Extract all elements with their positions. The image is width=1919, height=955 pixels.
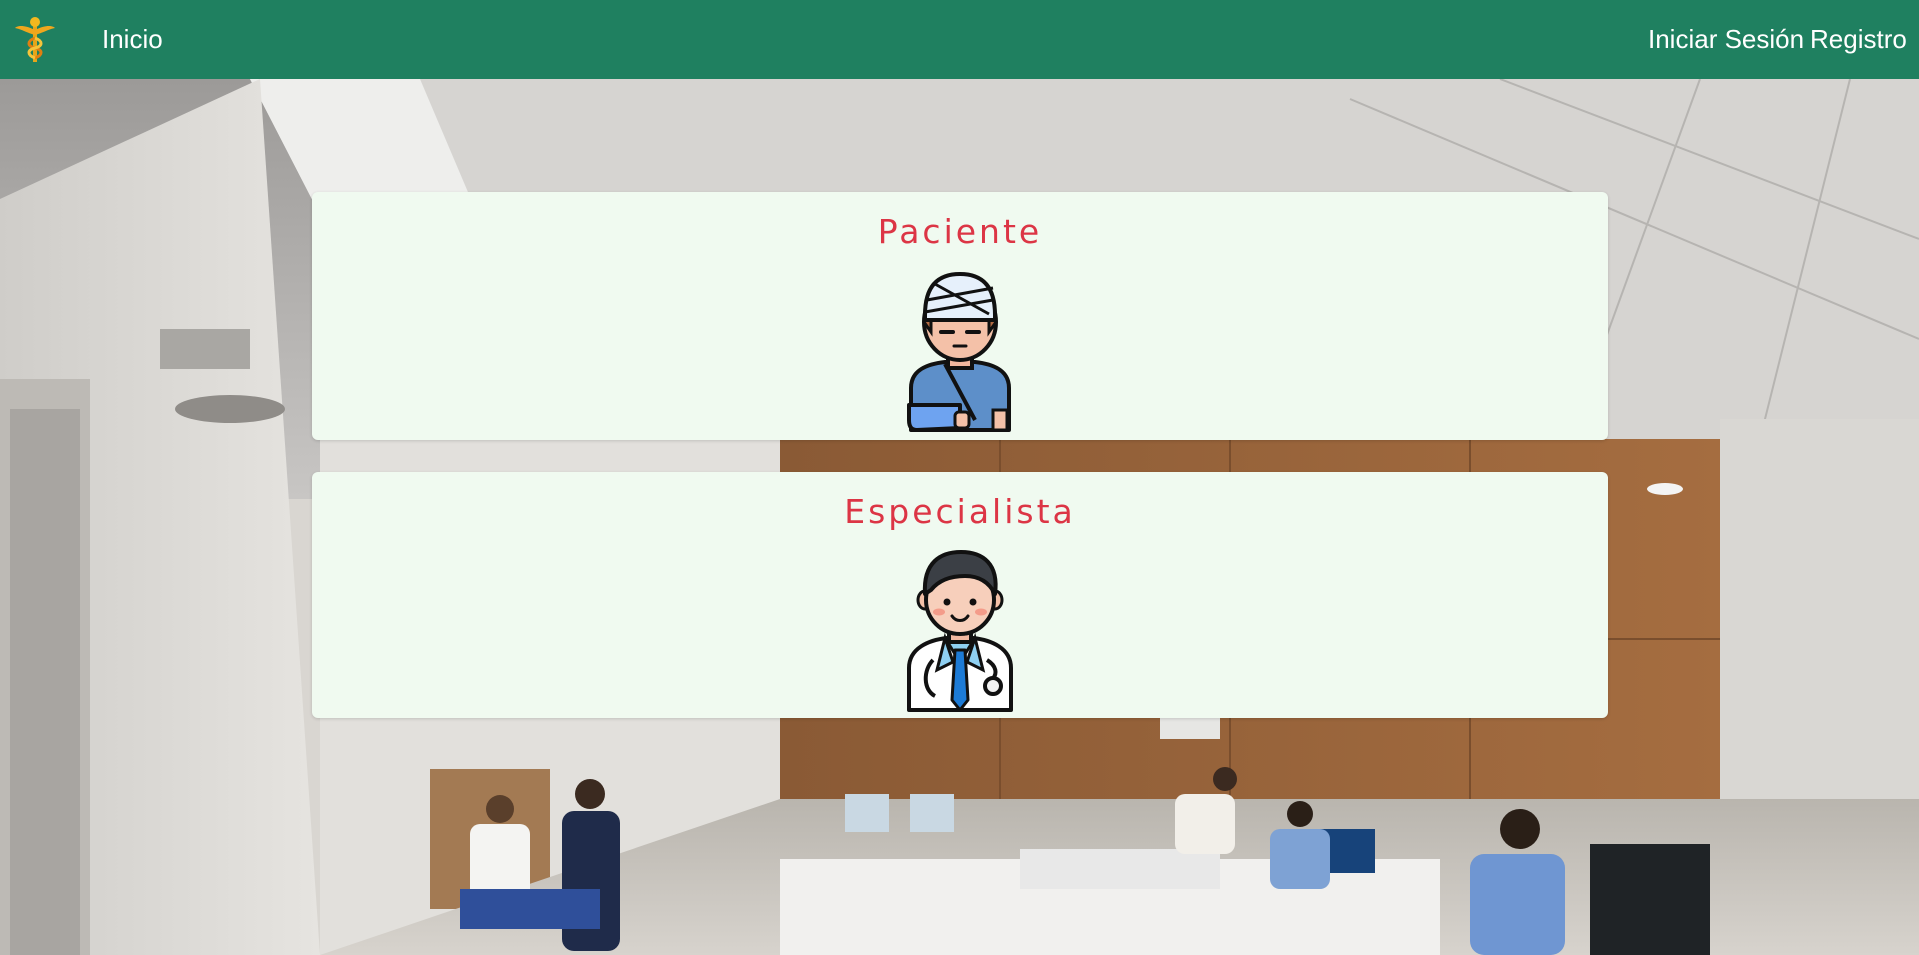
patient-card-title: Paciente <box>877 212 1043 251</box>
specialist-card-title: Especialista <box>844 492 1076 531</box>
nav-login-link[interactable]: Iniciar Sesión <box>1648 24 1804 55</box>
nav-register-link[interactable]: Registro <box>1810 24 1907 55</box>
patient-card[interactable]: Paciente <box>312 192 1608 440</box>
bandaged-patient-icon <box>905 270 1015 433</box>
top-navbar: Inicio Iniciar Sesión Registro <box>0 0 1919 79</box>
specialist-card[interactable]: Especialista <box>312 472 1608 718</box>
nav-home-link[interactable]: Inicio <box>102 24 163 55</box>
doctor-with-stethoscope-icon <box>905 550 1015 713</box>
caduceus-icon[interactable] <box>13 16 57 64</box>
